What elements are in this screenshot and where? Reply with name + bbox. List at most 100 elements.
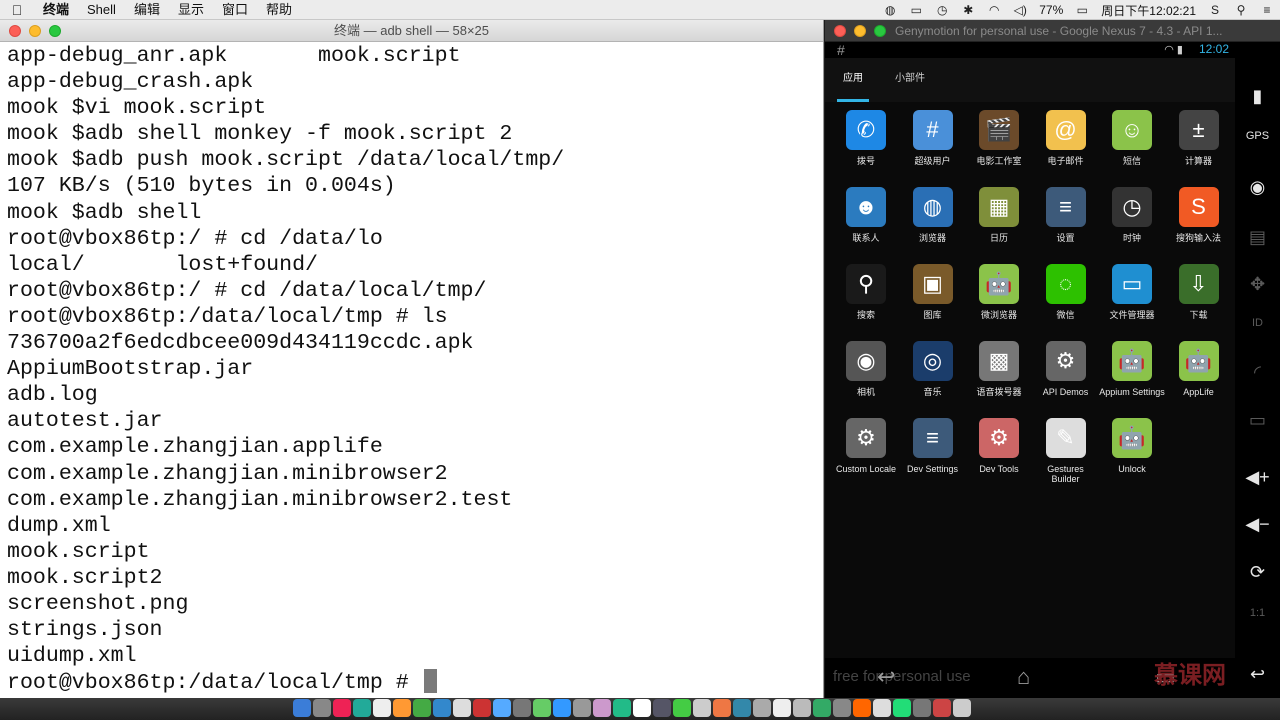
dock-app-icon[interactable] [393,699,411,717]
bluetooth-icon[interactable]: ✱ [955,3,981,17]
scale-icon[interactable]: 1:1 [1235,607,1280,619]
app-clock[interactable]: ◷ 时钟 [1099,187,1165,243]
dock-app-icon[interactable] [893,699,911,717]
dpad-icon[interactable]: ✥ [1235,274,1280,295]
app-appium-settings[interactable]: 🤖 Appium Settings [1099,341,1165,397]
dock-app-icon[interactable] [513,699,531,717]
battery-icon[interactable]: ▮ [1235,86,1280,107]
app-custom-locale[interactable]: ⚙ Custom Locale [833,418,899,474]
app-tray-icon[interactable]: S [1202,3,1228,17]
menu-shell[interactable]: Shell [78,0,125,20]
volume-down-icon[interactable]: ◀− [1235,514,1280,535]
dock-app-icon[interactable] [453,699,471,717]
volume-up-icon[interactable]: ◀+ [1235,467,1280,488]
app-phone[interactable]: ✆ 拨号 [833,110,899,166]
id-icon[interactable]: ID [1235,317,1280,329]
app-messaging[interactable]: ☺ 短信 [1099,110,1165,166]
dock-app-icon[interactable] [553,699,571,717]
dock-app-icon[interactable] [633,699,651,717]
battery-icon[interactable]: ▭ [1069,3,1095,17]
dock-app-icon[interactable] [653,699,671,717]
geny-zoom-button[interactable] [874,25,886,37]
app-dev-tools[interactable]: ⚙ Dev Tools [966,418,1032,474]
dock-app-icon[interactable] [873,699,891,717]
dock-app-icon[interactable] [953,699,971,717]
app-music[interactable]: ◎ 音乐 [900,341,966,397]
dock-app-icon[interactable] [773,699,791,717]
app-voice-dialer[interactable]: ▩ 语音拨号器 [966,341,1032,397]
screen-tray-icon[interactable]: ▭ [903,3,929,17]
app-calculator[interactable]: ± 计算器 [1166,110,1232,166]
app-calendar[interactable]: ▦ 日历 [966,187,1032,243]
app-search[interactable]: ⚲ 搜索 [833,264,899,320]
terminal-window[interactable]: 终端 — adb shell — 58×25 app-debug_anr.apk… [0,20,824,698]
app-api-demos[interactable]: ⚙ API Demos [1033,341,1099,397]
dock-app-icon[interactable] [753,699,771,717]
dock-app-icon[interactable] [913,699,931,717]
dock-app-icon[interactable] [693,699,711,717]
app-unlock[interactable]: 🤖 Unlock [1099,418,1165,474]
dock-app-icon[interactable] [293,699,311,717]
menu-view[interactable]: 显示 [169,0,213,20]
dock-app-icon[interactable] [733,699,751,717]
app-download[interactable]: ⇩ 下载 [1166,264,1232,320]
notification-center-icon[interactable]: ≡ [1254,3,1280,17]
dock-app-icon[interactable] [373,699,391,717]
dock-app-icon[interactable] [313,699,331,717]
app-android-browser[interactable]: 🤖 微浏览器 [966,264,1032,320]
rss-icon[interactable]: ◜ [1235,362,1280,383]
video-icon[interactable]: ▤ [1235,227,1280,248]
dock-app-icon[interactable] [933,699,951,717]
gps-icon[interactable]: GPS [1235,130,1280,142]
app-file-manager[interactable]: ▭ 文件管理器 [1099,264,1165,320]
app-camera[interactable]: ◉ 相机 [833,341,899,397]
apple-icon[interactable]:  [0,2,34,18]
spotlight-icon[interactable]: ⚲ [1228,3,1254,17]
wechat-tray-icon[interactable]: ◍ [877,3,903,17]
app-contacts[interactable]: ☻ 联系人 [833,187,899,243]
android-screen[interactable]: # ◠ ▮ 12:02 应用 小部件 ✆ 拨号 # 超级用户 🎬 电影工作室 @ 电子邮件 ☺ 短… [825,42,1235,698]
app-gallery[interactable]: ▣ 图库 [900,264,966,320]
dock-app-icon[interactable] [713,699,731,717]
terminal-titlebar[interactable]: 终端 — adb shell — 58×25 [0,20,823,42]
terminal-output[interactable]: app-debug_anr.apk mook.script app-debug_c… [0,42,823,695]
menu-app-name[interactable]: 终端 [34,0,78,20]
geny-minimize-button[interactable] [854,25,866,37]
dock-app-icon[interactable] [793,699,811,717]
menu-window[interactable]: 窗口 [213,0,257,20]
app-gestures-builder[interactable]: ✎ Gestures Builder [1033,418,1099,484]
back-nav-icon[interactable]: ↩ [877,664,895,690]
app-dev-settings[interactable]: ≡ Dev Settings [900,418,966,474]
dock-app-icon[interactable] [413,699,431,717]
dock-app-icon[interactable] [613,699,631,717]
menu-edit[interactable]: 编辑 [125,0,169,20]
back-icon[interactable]: ↩ [1235,664,1280,685]
home-nav-icon[interactable]: ⌂ [1017,664,1030,690]
timemachine-icon[interactable]: ◷ [929,3,955,17]
sms-icon[interactable]: ▭ [1235,410,1280,431]
genymotion-window[interactable]: Genymotion for personal use - Google Nex… [825,20,1280,698]
dock-app-icon[interactable] [493,699,511,717]
app-wechat[interactable]: ◌ 微信 [1033,264,1099,320]
menu-help[interactable]: 帮助 [257,0,301,20]
dock-app-icon[interactable] [573,699,591,717]
dock-app-icon[interactable] [673,699,691,717]
volume-icon[interactable]: ◁) [1007,3,1033,17]
app-applife[interactable]: 🤖 AppLife [1166,341,1232,397]
rotate-icon[interactable]: ⟳ [1235,562,1280,583]
dock-app-icon[interactable] [433,699,451,717]
app-browser[interactable]: ◍ 浏览器 [900,187,966,243]
app-movie-studio[interactable]: 🎬 电影工作室 [966,110,1032,166]
app-sogou[interactable]: S 搜狗输入法 [1166,187,1232,243]
dock-app-icon[interactable] [853,699,871,717]
dock-app-icon[interactable] [593,699,611,717]
dock-app-icon[interactable] [533,699,551,717]
dock-app-icon[interactable] [473,699,491,717]
dock-app-icon[interactable] [333,699,351,717]
app-settings[interactable]: ≡ 设置 [1033,187,1099,243]
tab-widgets[interactable]: 小部件 [895,58,925,102]
geny-close-button[interactable] [834,25,846,37]
dock-app-icon[interactable] [353,699,371,717]
webcam-icon[interactable]: ◉ [1235,177,1280,198]
dock-app-icon[interactable] [813,699,831,717]
